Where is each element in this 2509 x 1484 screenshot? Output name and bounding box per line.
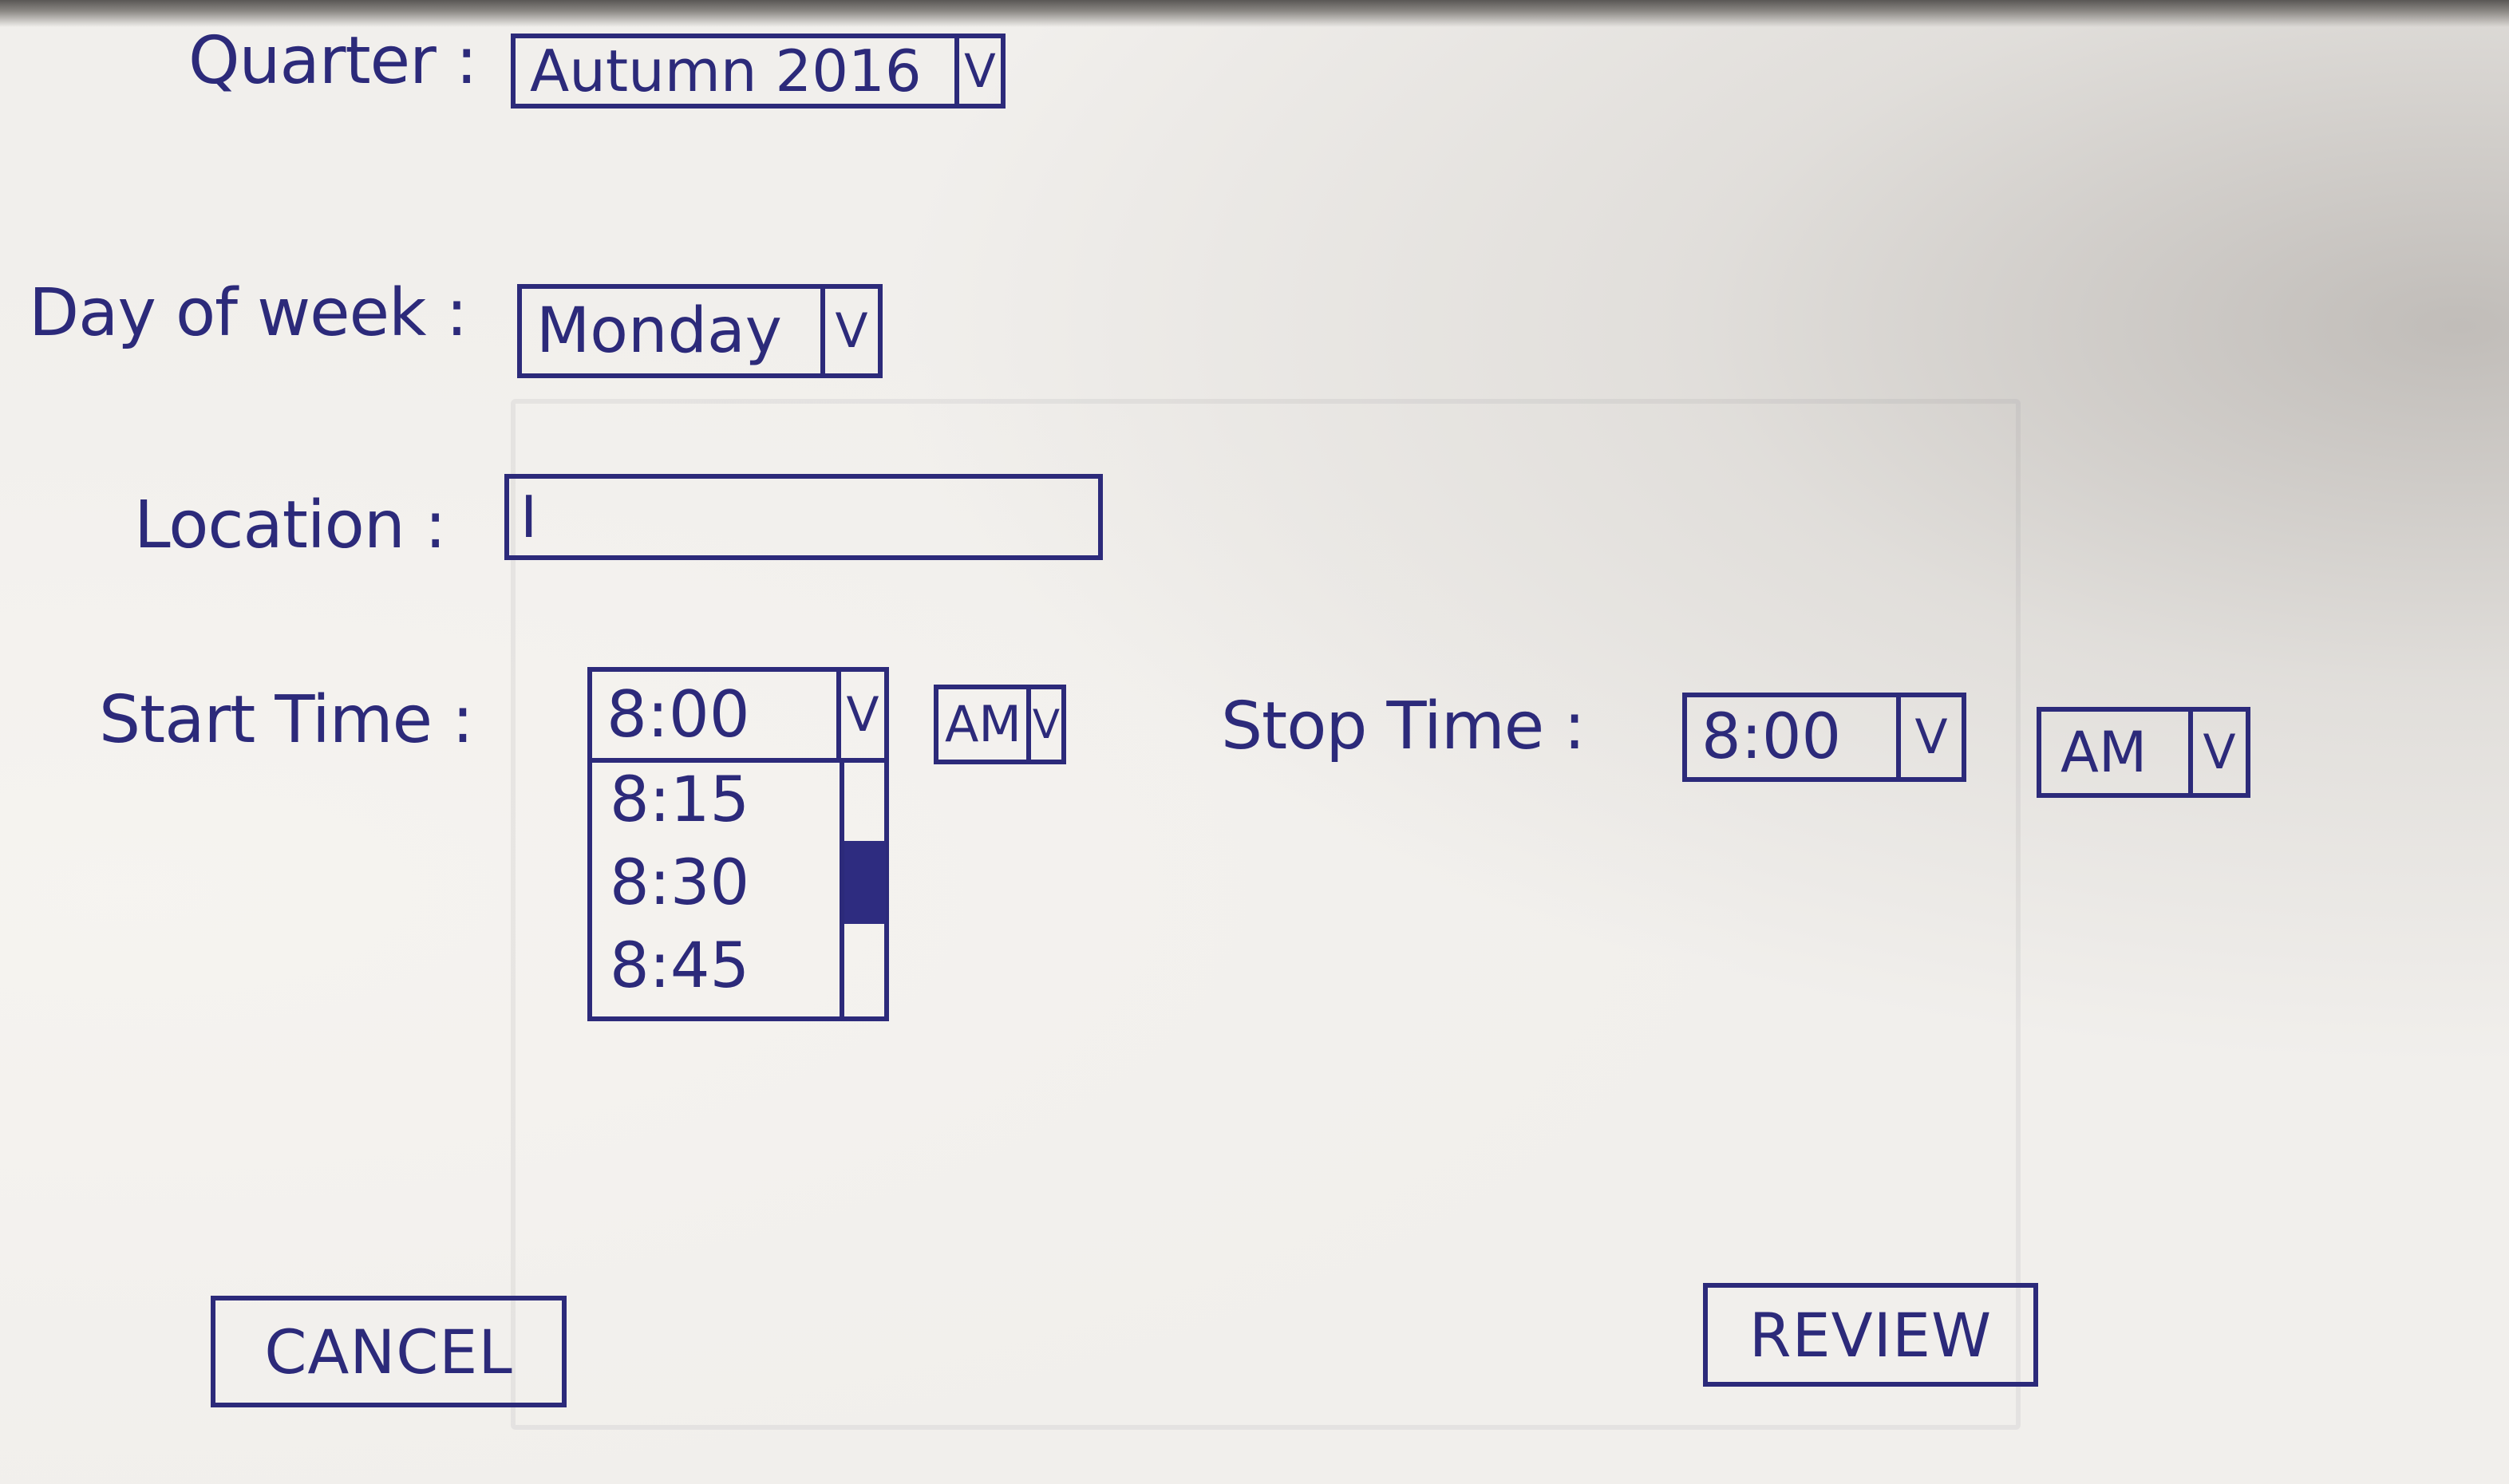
start-time-dropdown[interactable]: 8:00 V bbox=[587, 667, 889, 763]
start-ampm-value: AM bbox=[945, 695, 1021, 753]
stop-time-dropdown[interactable]: 8:00 V bbox=[1682, 693, 1966, 782]
stop-ampm-dropdown[interactable]: AM V bbox=[2037, 707, 2250, 798]
quarter-dropdown[interactable]: Autumn 2016 V bbox=[511, 34, 1006, 109]
chevron-down-icon[interactable]: V bbox=[2188, 712, 2246, 793]
day-of-week-dropdown[interactable]: Monday V bbox=[517, 284, 883, 378]
chevron-down-icon[interactable]: V bbox=[1896, 697, 1962, 777]
cancel-button[interactable]: CANCEL bbox=[211, 1296, 567, 1407]
stop-time-label: Stop Time : bbox=[1221, 689, 1586, 764]
review-button[interactable]: REVIEW bbox=[1703, 1283, 2038, 1387]
start-time-option[interactable]: 8:30 bbox=[610, 852, 749, 914]
scrollbar-thumb[interactable] bbox=[844, 841, 886, 924]
day-of-week-label: Day of week : bbox=[29, 275, 468, 351]
stop-ampm-value: AM bbox=[2061, 720, 2147, 785]
chevron-down-icon[interactable]: V bbox=[836, 672, 884, 758]
start-time-value: 8:00 bbox=[607, 677, 750, 752]
chevron-down-icon[interactable]: V bbox=[954, 38, 1001, 104]
start-time-scrollbar[interactable] bbox=[840, 758, 886, 1016]
text-cursor-icon: I bbox=[520, 483, 538, 551]
start-time-options-list: 8:15 8:30 8:45 bbox=[587, 758, 889, 1021]
location-label: Location : bbox=[134, 487, 447, 563]
start-time-option[interactable]: 8:15 bbox=[610, 769, 749, 831]
chevron-down-icon[interactable]: V bbox=[1026, 689, 1061, 760]
start-time-label: Start Time : bbox=[99, 682, 474, 758]
location-input[interactable]: I bbox=[504, 474, 1103, 560]
quarter-value: Autumn 2016 bbox=[530, 37, 922, 105]
start-ampm-dropdown[interactable]: AM V bbox=[934, 685, 1066, 764]
stop-time-value: 8:00 bbox=[1701, 701, 1842, 773]
start-time-option[interactable]: 8:45 bbox=[610, 935, 749, 997]
chevron-down-icon[interactable]: V bbox=[820, 289, 878, 373]
quarter-label: Quarter : bbox=[188, 23, 477, 99]
day-of-week-value: Monday bbox=[536, 295, 782, 367]
